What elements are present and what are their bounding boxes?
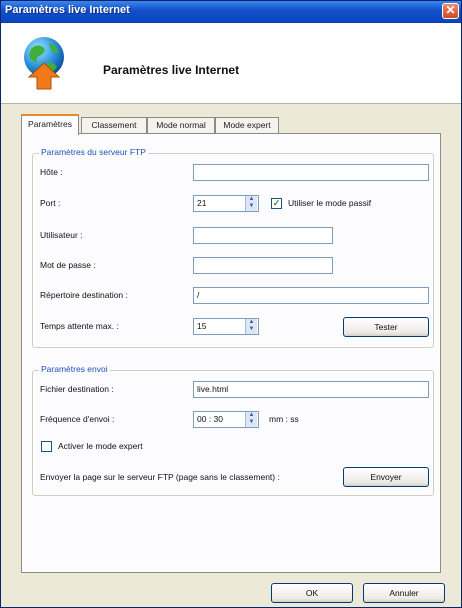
close-icon: ✕	[445, 3, 456, 17]
frequency-spinner[interactable]: 00 : 30 ▲ ▼	[193, 411, 259, 428]
header-banner: Paramètres live Internet	[1, 23, 461, 104]
port-spinner[interactable]: 21 ▲ ▼	[193, 195, 259, 212]
timeout-spin-buttons[interactable]: ▲ ▼	[245, 319, 257, 334]
expert-mode-checkbox[interactable]	[41, 441, 52, 452]
timeout-label: Temps attente max. :	[40, 321, 119, 331]
frequency-label: Fréquence d'envoi :	[40, 414, 115, 424]
tab-parametres[interactable]: Paramètres	[21, 114, 79, 135]
host-input[interactable]	[193, 164, 429, 181]
password-input[interactable]	[193, 257, 333, 274]
title-bar[interactable]: Paramètres live Internet ✕	[1, 1, 461, 23]
dialog-window: Paramètres live Internet ✕ Paramètres li…	[0, 0, 462, 608]
send-settings-group: Paramètres envoi Fichier destination : l…	[32, 364, 434, 496]
header-title: Paramètres live Internet	[103, 63, 240, 77]
port-spin-buttons[interactable]: ▲ ▼	[245, 196, 257, 211]
directory-label: Répertoire destination :	[40, 290, 128, 300]
ok-button[interactable]: OK	[271, 583, 353, 603]
send-button[interactable]: Envoyer	[343, 467, 429, 487]
send-group-legend: Paramètres envoi	[39, 364, 110, 374]
frequency-unit: mm : ss	[269, 414, 299, 424]
send-page-label: Envoyer la page sur le serveur FTP (page…	[40, 472, 280, 482]
frequency-spin-buttons[interactable]: ▲ ▼	[245, 412, 257, 427]
spin-down-icon: ▼	[248, 419, 255, 425]
tab-classement[interactable]: Classement	[81, 117, 147, 134]
checkmark-icon: ✓	[272, 198, 281, 208]
tab-mode-expert[interactable]: Mode expert	[215, 117, 279, 134]
globe-upload-icon	[24, 37, 64, 90]
frequency-value: 00 : 30	[197, 414, 223, 424]
test-button[interactable]: Tester	[343, 317, 429, 337]
directory-input[interactable]: /	[193, 287, 429, 304]
port-value: 21	[197, 198, 207, 208]
cancel-button[interactable]: Annuler	[363, 583, 445, 603]
expert-mode-label: Activer le mode expert	[58, 441, 143, 451]
ftp-group-legend: Paramètres du serveur FTP	[39, 147, 148, 157]
spin-up-icon: ▲	[248, 412, 255, 418]
close-button[interactable]: ✕	[442, 3, 459, 19]
ftp-settings-group: Paramètres du serveur FTP Hôte : Port : …	[32, 147, 434, 348]
tab-panel-parametres: Paramètres du serveur FTP Hôte : Port : …	[21, 133, 441, 573]
spin-up-icon: ▲	[248, 319, 255, 325]
password-label: Mot de passe :	[40, 260, 96, 270]
tab-mode-normal[interactable]: Mode normal	[147, 117, 215, 134]
timeout-value: 15	[197, 321, 207, 331]
spin-down-icon: ▼	[248, 326, 255, 332]
file-label: Fichier destination :	[40, 384, 114, 394]
passive-mode-label: Utiliser le mode passif	[288, 198, 372, 208]
port-label: Port :	[40, 198, 61, 208]
spin-down-icon: ▼	[248, 203, 255, 209]
passive-mode-checkbox[interactable]: ✓	[271, 198, 282, 209]
user-input[interactable]	[193, 227, 333, 244]
user-label: Utilisateur :	[40, 230, 83, 240]
host-label: Hôte :	[40, 167, 63, 177]
window-title: Paramètres live Internet	[5, 4, 130, 16]
timeout-spinner[interactable]: 15 ▲ ▼	[193, 318, 259, 335]
file-input[interactable]: live.html	[193, 381, 429, 398]
spin-up-icon: ▲	[248, 196, 255, 202]
